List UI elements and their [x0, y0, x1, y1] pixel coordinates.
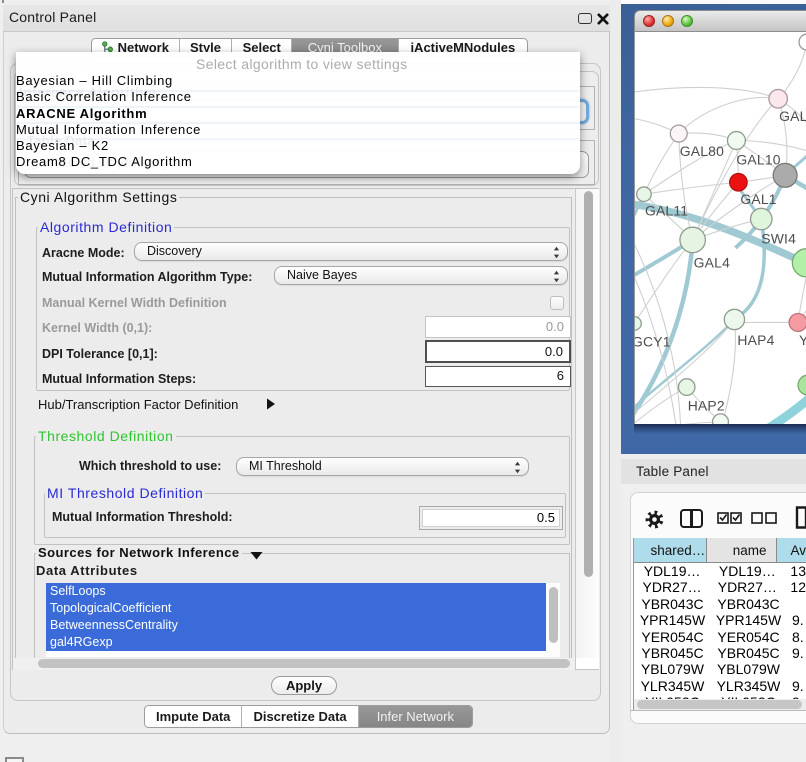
- svg-text:HAP2: HAP2: [688, 397, 725, 413]
- svg-text:GAL11: GAL11: [645, 203, 688, 219]
- svg-text:GAL80: GAL80: [680, 143, 724, 159]
- svg-text:GAL1: GAL1: [740, 191, 776, 207]
- svg-text:GCY1: GCY1: [634, 333, 671, 349]
- svg-text:SWI4: SWI4: [761, 230, 796, 246]
- svg-text:Y: Y: [799, 332, 806, 348]
- svg-text:GAL10: GAL10: [736, 151, 780, 167]
- svg-text:GAL4: GAL4: [694, 254, 730, 270]
- svg-text:GAL2: GAL2: [779, 108, 806, 124]
- svg-text:HAP4: HAP4: [737, 332, 774, 348]
